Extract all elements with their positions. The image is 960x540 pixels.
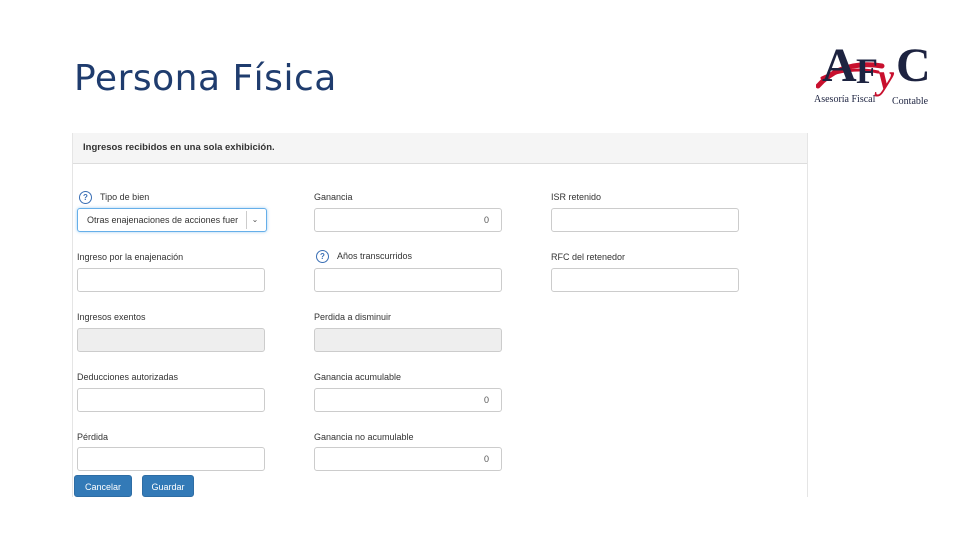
anios-transcurridos-input[interactable]: [314, 268, 502, 292]
crop-gap: [73, 292, 807, 306]
cancel-button[interactable]: Cancelar: [74, 475, 132, 497]
label-ganancia: Ganancia: [314, 192, 353, 202]
label-deducciones-autorizadas: Deducciones autorizadas: [77, 372, 179, 382]
logo-letter-c: C: [896, 39, 931, 92]
logo-subtitle-left: Asesoría Fiscal: [814, 94, 876, 105]
label-anios-transcurridos: ? Años transcurridos: [316, 250, 412, 263]
ganancia-no-acumulable-value: 0: [483, 454, 489, 464]
help-circle-icon[interactable]: ?: [316, 250, 329, 263]
form-header: Ingresos recibidos en una sola exhibició…: [73, 133, 807, 164]
label-rfc-retenedor: RFC del retenedor: [551, 252, 626, 262]
afyc-logo: A F y C Asesoría Fiscal Contable: [812, 39, 938, 120]
perdida-disminuir-input: [314, 328, 502, 352]
label-isr-retenido: ISR retenido: [551, 192, 602, 202]
ganancia-input[interactable]: 0: [314, 208, 502, 232]
logo-letter-y: y: [878, 57, 894, 97]
tipo-bien-selected-value: Otras enajenaciones de acciones fuer: [87, 215, 239, 225]
label-ganancia-acumulable: Ganancia acumulable: [314, 372, 402, 382]
ganancia-value: 0: [483, 215, 489, 225]
rfc-retenedor-input[interactable]: [551, 268, 739, 292]
logo-letter-a: A: [822, 39, 857, 92]
ingreso-enajenacion-input[interactable]: [77, 268, 265, 292]
save-button[interactable]: Guardar: [142, 475, 194, 497]
form-header-title: Ingresos recibidos en una sola exhibició…: [83, 142, 275, 153]
label-perdida-disminuir: Perdida a disminuir: [314, 312, 392, 322]
tipo-bien-select[interactable]: Otras enajenaciones de acciones fuer ⌄: [77, 208, 267, 232]
slide-title: Persona Física: [74, 58, 337, 99]
ingresos-exentos-input: [77, 328, 265, 352]
label-ingreso-enajenacion: Ingreso por la enajenación: [77, 252, 184, 262]
isr-retenido-input[interactable]: [551, 208, 739, 232]
chevron-down-icon[interactable]: ⌄: [246, 211, 263, 229]
logo-subtitle-right: Contable: [892, 96, 929, 107]
label-tipo-bien: ? Tipo de bien: [79, 191, 149, 204]
ganancia-acumulable-value: 0: [483, 395, 489, 405]
help-circle-icon[interactable]: ?: [79, 191, 92, 204]
label-perdida: Pérdida: [77, 432, 109, 442]
form-screenshot: Ingresos recibidos en una sola exhibició…: [72, 133, 808, 497]
label-ingresos-exentos: Ingresos exentos: [77, 312, 146, 322]
label-ganancia-no-acumulable: Ganancia no acumulable: [314, 432, 414, 442]
perdida-input[interactable]: [77, 447, 265, 471]
ganancia-no-acumulable-input[interactable]: 0: [314, 447, 502, 471]
ganancia-acumulable-input[interactable]: 0: [314, 388, 502, 412]
deducciones-autorizadas-input[interactable]: [77, 388, 265, 412]
logo-letter-f: F: [856, 51, 878, 91]
logo-mark: A F y C: [812, 39, 938, 97]
